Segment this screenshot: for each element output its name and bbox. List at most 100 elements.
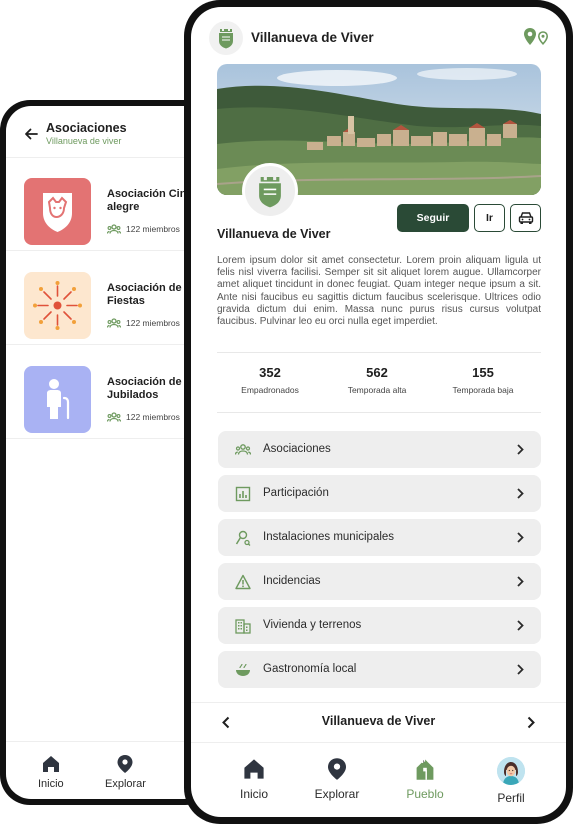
association-item[interactable]: Asociación de p Jubilados 122 miembros — [6, 346, 209, 439]
group-icon — [107, 412, 121, 422]
menu-item-participacion[interactable]: Participación — [218, 475, 541, 512]
menu-item-gastronomia[interactable]: Gastronomía local — [218, 651, 541, 688]
location-icon — [328, 758, 346, 780]
nav-explorar[interactable]: Explorar — [105, 754, 146, 790]
nav-inicio[interactable]: Inicio — [38, 754, 64, 790]
buildings-icon — [235, 619, 251, 634]
map-pins-icon[interactable] — [522, 27, 550, 47]
divider — [217, 352, 541, 353]
town-name: Villanueva de Viver — [217, 227, 331, 241]
associations-title: Asociaciones — [46, 121, 127, 135]
association-name-line1: Asociación de e — [107, 282, 191, 294]
arrow-left-icon[interactable] — [23, 126, 39, 142]
menu-label: Participación — [263, 487, 329, 499]
elder-person-icon — [47, 379, 70, 420]
crest-icon — [259, 177, 281, 208]
nav-explorar[interactable]: Explorar — [297, 757, 377, 801]
stat-value: 562 — [366, 365, 388, 380]
chevron-right-icon — [517, 444, 524, 455]
nav-label: Perfil — [497, 791, 525, 805]
back-bottom-nav: Inicio Explorar — [6, 741, 209, 799]
association-members: 122 miembros — [107, 224, 180, 234]
group-icon — [107, 224, 121, 234]
associations-subtitle: Villanueva de viver — [46, 136, 122, 146]
group-icon — [235, 444, 251, 455]
chevron-right-icon — [517, 620, 524, 631]
menu-label: Gastronomía local — [263, 663, 357, 675]
nav-label: Pueblo — [406, 787, 444, 801]
menu-item-asociaciones[interactable]: Asociaciones — [218, 431, 541, 468]
stat-label: Temporada baja — [452, 385, 514, 395]
chevron-right-icon — [517, 664, 524, 675]
stat-label: Empadronados — [241, 385, 299, 395]
divider — [217, 412, 541, 413]
stat-value: 352 — [259, 365, 281, 380]
nav-label: Explorar — [314, 787, 360, 801]
stat-temporada-alta: 562 Temporada alta — [322, 365, 432, 395]
town-screen: Villanueva de Viver Seguir Ir Villanueva… — [191, 7, 566, 817]
car-button[interactable] — [510, 204, 541, 232]
town-title: Villanueva de Viver — [251, 30, 374, 45]
association-members: 122 miembros — [107, 318, 180, 328]
chevron-right-icon — [517, 488, 524, 499]
menu-label: Vivienda y terrenos — [263, 619, 362, 631]
menu-label: Asociaciones — [263, 443, 331, 455]
location-icon — [117, 755, 133, 773]
association-item[interactable]: Asociación de e Fiestas 122 miembros — [6, 252, 209, 345]
car-icon — [518, 212, 533, 224]
nav-inicio[interactable]: Inicio — [214, 757, 294, 801]
menu-item-instalaciones[interactable]: Instalaciones municipales — [218, 519, 541, 556]
group-icon — [107, 318, 121, 328]
association-members: 122 miembros — [107, 412, 180, 422]
association-name-line2: Fiestas — [107, 295, 145, 307]
bar-chart-icon — [235, 486, 251, 502]
association-name-line1: Asociación de p — [107, 376, 192, 388]
town-description: Lorem ipsum dolor sit amet consectetur. … — [217, 255, 541, 328]
chevron-right-icon[interactable] — [526, 716, 536, 729]
association-name-line2: Jubilados — [107, 389, 159, 401]
follow-button[interactable]: Seguir — [397, 204, 469, 232]
warning-icon — [235, 574, 251, 590]
association-thumbnail — [24, 272, 91, 339]
menu-item-vivienda[interactable]: Vivienda y terrenos — [218, 607, 541, 644]
menu-label: Instalaciones municipales — [263, 531, 395, 543]
chevron-right-icon — [517, 532, 524, 543]
town-crest — [242, 163, 298, 219]
members-count: 122 miembros — [126, 224, 180, 234]
members-count: 122 miembros — [126, 412, 180, 422]
home-icon — [42, 756, 59, 772]
nav-label: Inicio — [38, 778, 64, 790]
top-bar: Villanueva de Viver — [191, 7, 566, 65]
associations-header: Asociaciones Villanueva de viver — [6, 106, 209, 158]
pager-title: Villanueva de Viver — [321, 714, 436, 728]
person-search-icon — [235, 530, 251, 546]
chevron-right-icon — [517, 576, 524, 587]
town-icon — [416, 758, 434, 780]
association-thumbnail — [24, 366, 91, 433]
nav-label: Inicio — [239, 787, 268, 801]
stat-temporada-baja: 155 Temporada baja — [428, 365, 538, 395]
associations-screen: Asociaciones Villanueva de viver Asociac… — [6, 106, 209, 799]
boar-shield-icon — [43, 193, 72, 232]
members-count: 122 miembros — [126, 318, 180, 328]
back-phone: Asociaciones Villanueva de viver Asociac… — [0, 100, 215, 805]
avatar — [497, 757, 525, 785]
town-crest-small — [209, 21, 243, 55]
stat-label: Temporada alta — [347, 385, 407, 395]
food-bowl-icon — [236, 663, 250, 676]
association-item[interactable]: Asociación Cine alegre 122 miembros — [6, 158, 209, 251]
home-icon — [244, 759, 264, 779]
menu-item-incidencias[interactable]: Incidencias — [218, 563, 541, 600]
go-button[interactable]: Ir — [474, 204, 505, 232]
nav-label: Explorar — [105, 778, 146, 790]
nav-perfil[interactable]: Perfil — [471, 757, 551, 805]
bottom-nav: Inicio Explorar Pueblo Perfil — [191, 742, 566, 817]
avatar-illustration — [497, 757, 525, 785]
menu-label: Incidencias — [263, 575, 321, 587]
town-pager: Villanueva de Viver — [191, 702, 566, 742]
association-name-line1: Asociación Cine — [107, 188, 193, 200]
stat-empadronados: 352 Empadronados — [215, 365, 325, 395]
nav-pueblo[interactable]: Pueblo — [385, 757, 465, 801]
stat-value: 155 — [472, 365, 494, 380]
association-thumbnail — [24, 178, 91, 245]
